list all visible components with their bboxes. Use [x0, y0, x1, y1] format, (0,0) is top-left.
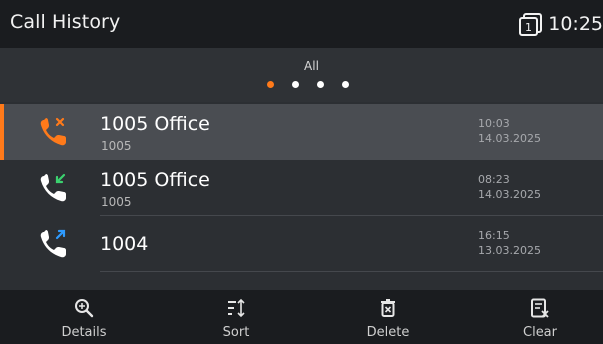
call-time: 16:15 — [478, 229, 510, 242]
caller-name: 1005 Office — [100, 169, 210, 191]
call-timestamp: 16:15 13.03.2025 — [478, 228, 541, 258]
page-dot-4[interactable] — [342, 81, 349, 88]
outgoing-call-icon — [40, 229, 66, 258]
call-date: 14.03.2025 — [478, 132, 541, 145]
call-date: 14.03.2025 — [478, 188, 541, 201]
page-dot-3[interactable] — [317, 81, 324, 88]
caller-number: 1005 — [101, 139, 132, 153]
caller-number: 1005 — [101, 195, 132, 209]
row-divider — [100, 271, 603, 272]
page-indicator[interactable] — [267, 81, 349, 88]
call-time: 08:23 — [478, 173, 510, 186]
delete-button[interactable]: Delete — [348, 290, 428, 344]
call-time: 10:03 — [478, 117, 510, 130]
caller-name: 1005 Office — [100, 113, 210, 135]
sort-button[interactable]: Sort — [196, 290, 276, 344]
delete-label: Delete — [366, 325, 410, 340]
line-number: 1 — [525, 21, 532, 34]
action-bar: Details Sort Delete Clear — [0, 290, 603, 344]
trash-icon — [381, 299, 395, 317]
sort-icon — [228, 298, 245, 318]
filter-area[interactable]: All — [0, 48, 603, 102]
missed-call-icon — [40, 117, 66, 146]
selection-indicator — [0, 104, 4, 160]
call-timestamp: 08:23 14.03.2025 — [478, 172, 541, 202]
clock: 10:25 — [548, 13, 603, 35]
call-row-2[interactable]: 1005 Office 1005 08:23 14.03.2025 — [0, 160, 603, 216]
status-indicators: 1 10:25 — [518, 10, 603, 38]
page-dot-1[interactable] — [267, 81, 274, 88]
clear-label: Clear — [523, 325, 557, 340]
status-bar: Call History 1 10:25 — [0, 0, 603, 48]
incoming-call-icon — [40, 173, 66, 202]
call-list: 1005 Office 1005 10:03 14.03.2025 1005 O… — [0, 104, 603, 272]
call-date: 13.03.2025 — [478, 244, 541, 257]
clear-button[interactable]: Clear — [500, 290, 580, 344]
page-title: Call History — [10, 11, 121, 33]
filter-label: All — [304, 59, 319, 73]
clear-list-icon — [531, 298, 549, 318]
details-button[interactable]: Details — [44, 290, 124, 344]
page-dot-2[interactable] — [292, 81, 299, 88]
line-indicator-icon: 1 — [519, 13, 543, 36]
call-row-3[interactable]: 1004 16:15 13.03.2025 — [0, 216, 603, 272]
call-row-1[interactable]: 1005 Office 1005 10:03 14.03.2025 — [0, 104, 603, 160]
details-label: Details — [61, 325, 107, 340]
caller-name: 1004 — [100, 233, 149, 255]
call-timestamp: 10:03 14.03.2025 — [478, 116, 541, 146]
magnifier-icon — [75, 299, 94, 318]
sort-label: Sort — [222, 325, 250, 340]
